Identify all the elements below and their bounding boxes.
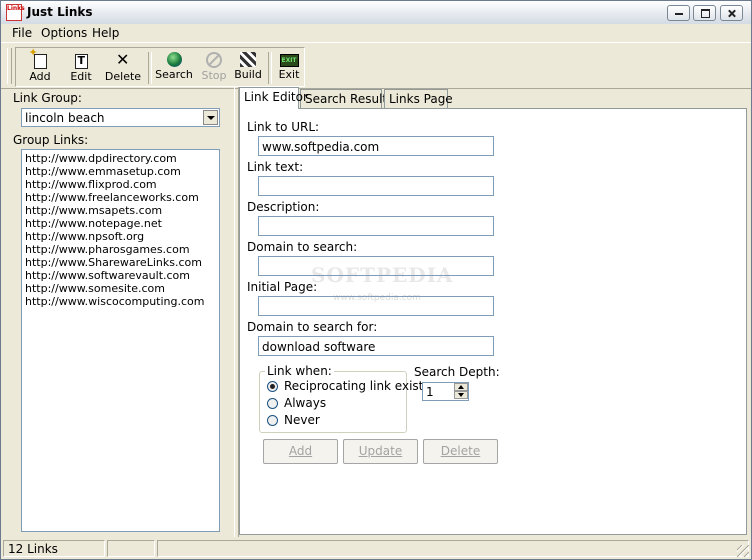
list-item[interactable]: http://www.wiscocomputing.com bbox=[25, 295, 205, 308]
list-item[interactable]: http://www.SharewareLinks.com bbox=[25, 256, 202, 269]
list-item[interactable]: http://www.pharosgames.com bbox=[25, 243, 190, 256]
domain-for-input[interactable]: download software bbox=[258, 336, 494, 356]
description-label: Description: bbox=[247, 200, 320, 214]
tab-link-editor[interactable]: Link Editor bbox=[239, 87, 308, 109]
list-item[interactable]: http://www.dpdirectory.com bbox=[25, 152, 177, 165]
initial-page-label: Initial Page: bbox=[247, 280, 318, 294]
link-url-label: Link to URL: bbox=[247, 120, 320, 134]
minimize-icon bbox=[668, 6, 689, 20]
link-group-dropdown[interactable]: lincoln beach bbox=[21, 108, 220, 127]
link-text-input[interactable] bbox=[258, 176, 494, 196]
delete-x-icon bbox=[114, 50, 132, 69]
spin-down-icon[interactable] bbox=[454, 391, 468, 399]
status-panel-2 bbox=[107, 540, 155, 557]
search-depth-value: 1 bbox=[426, 385, 434, 399]
stop-icon bbox=[206, 52, 222, 68]
delete-button[interactable]: Delete bbox=[423, 439, 498, 464]
list-item[interactable]: http://www.flixprod.com bbox=[25, 178, 157, 191]
app-icon[interactable]: Links bbox=[6, 4, 25, 21]
list-item[interactable]: http://www.somesite.com bbox=[25, 282, 165, 295]
chevron-down-icon[interactable] bbox=[203, 110, 218, 125]
add-button[interactable]: Add bbox=[263, 439, 338, 464]
domain-for-label: Domain to search for: bbox=[247, 320, 378, 334]
exit-icon: EXIT bbox=[279, 54, 299, 67]
link-when-label: Link when: bbox=[265, 364, 334, 378]
search-depth-stepper[interactable]: 1 bbox=[422, 382, 469, 401]
build-toolbar-button[interactable]: Build bbox=[227, 50, 269, 86]
toolbar-area: Add Edit Delete Search Stop Build bbox=[1, 42, 751, 89]
search-toolbar-label: Search bbox=[155, 68, 193, 81]
radio-never[interactable] bbox=[267, 415, 278, 426]
list-item[interactable]: http://www.npsoft.org bbox=[25, 230, 144, 243]
radio-always[interactable] bbox=[267, 398, 278, 409]
edit-text-icon bbox=[74, 54, 88, 69]
domain-search-input[interactable] bbox=[258, 256, 494, 276]
spin-up-icon[interactable] bbox=[454, 383, 468, 391]
tab-links-page[interactable]: Links Page bbox=[384, 89, 453, 108]
edit-toolbar-label: Edit bbox=[70, 70, 92, 83]
list-item[interactable]: http://www.msapets.com bbox=[25, 204, 162, 217]
toolbar-grip[interactable] bbox=[7, 48, 12, 84]
menu-options[interactable]: Options bbox=[41, 26, 87, 40]
edit-toolbar-button[interactable]: Edit bbox=[60, 50, 102, 86]
list-item[interactable]: http://www.freelanceworks.com bbox=[25, 191, 199, 204]
initial-page-input[interactable] bbox=[258, 296, 494, 316]
delete-toolbar-button[interactable]: Delete bbox=[102, 50, 144, 86]
menu-file[interactable]: File bbox=[12, 26, 32, 40]
minimize-button[interactable] bbox=[667, 5, 690, 21]
status-bar: 12 Links bbox=[1, 538, 751, 559]
title-bar[interactable]: Links Just Links bbox=[1, 1, 751, 25]
link-group-label: Link Group: bbox=[13, 91, 82, 105]
list-item[interactable]: http://www.notepage.net bbox=[25, 217, 162, 230]
maximize-icon bbox=[694, 6, 715, 20]
close-button[interactable] bbox=[720, 5, 743, 21]
search-toolbar-button[interactable]: Search bbox=[153, 50, 195, 86]
delete-toolbar-label: Delete bbox=[104, 70, 142, 83]
status-link-count: 12 Links bbox=[3, 540, 105, 557]
status-panel-3 bbox=[157, 540, 749, 557]
maximize-button[interactable] bbox=[693, 5, 716, 21]
app-window: Links Just Links File Options Help Add E… bbox=[0, 0, 752, 560]
radio-reciprocating-label[interactable]: Reciprocating link exists bbox=[284, 379, 430, 393]
list-item[interactable]: http://www.softwarevault.com bbox=[25, 269, 190, 282]
globe-icon bbox=[166, 52, 182, 67]
exit-toolbar-button[interactable]: EXIT Exit bbox=[268, 50, 310, 86]
group-links-label: Group Links: bbox=[13, 133, 89, 147]
close-icon bbox=[721, 6, 742, 20]
build-toolbar-label: Build bbox=[234, 68, 262, 81]
radio-always-label[interactable]: Always bbox=[284, 396, 326, 410]
group-links-list[interactable]: http://www.dpdirectory.com http://www.em… bbox=[21, 149, 220, 532]
window-title: Just Links bbox=[27, 5, 93, 19]
radio-reciprocating[interactable] bbox=[267, 381, 278, 392]
exit-toolbar-label: Exit bbox=[278, 68, 300, 81]
tab-search-results[interactable]: Search Results bbox=[300, 89, 393, 108]
link-url-input[interactable]: www.softpedia.com bbox=[258, 136, 494, 156]
link-text-label: Link text: bbox=[247, 160, 304, 174]
link-group-value: lincoln beach bbox=[25, 111, 105, 125]
toolbar: Add Edit Delete Search Stop Build bbox=[15, 46, 305, 87]
menu-bar: File Options Help bbox=[1, 24, 751, 42]
list-item[interactable]: http://www.emmasetup.com bbox=[25, 165, 181, 178]
resize-grip[interactable] bbox=[737, 545, 749, 557]
menu-help[interactable]: Help bbox=[92, 26, 119, 40]
new-document-icon bbox=[29, 46, 47, 69]
add-toolbar-button[interactable]: Add bbox=[19, 46, 61, 86]
update-button[interactable]: Update bbox=[343, 439, 418, 464]
app-icon-text: Links bbox=[7, 5, 25, 12]
toolbar-separator bbox=[148, 52, 152, 84]
radio-never-label[interactable]: Never bbox=[284, 413, 320, 427]
domain-search-label: Domain to search: bbox=[247, 240, 358, 254]
search-depth-label: Search Depth: bbox=[414, 365, 500, 379]
build-icon bbox=[240, 52, 256, 67]
description-input[interactable] bbox=[258, 216, 494, 236]
add-toolbar-label: Add bbox=[29, 70, 51, 83]
